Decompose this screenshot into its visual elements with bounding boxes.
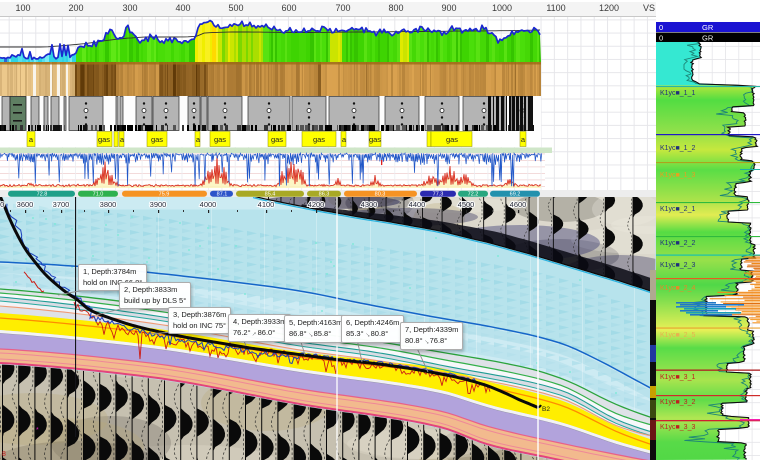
svg-text:4300: 4300 [361, 200, 378, 209]
svg-text:3500: 3500 [0, 200, 4, 209]
svg-text:gas: gas [313, 135, 325, 144]
svg-text:K1yc■_2_1: K1yc■_2_1 [660, 206, 695, 213]
svg-text:K1yc■_3_1: K1yc■_3_1 [660, 374, 695, 381]
svg-text:K1yc■_1_2: K1yc■_1_2 [660, 145, 695, 152]
svg-text:gas: gas [151, 135, 163, 144]
svg-text:4000: 4000 [200, 200, 217, 209]
svg-text:4200: 4200 [308, 200, 325, 209]
svg-text:GR: GR [702, 23, 714, 32]
svg-text:8: 8 [2, 451, 6, 458]
svg-text:K1yc■_3_3: K1yc■_3_3 [660, 424, 695, 431]
svg-text:3700: 3700 [53, 200, 70, 209]
svg-text:0: 0 [659, 23, 663, 32]
svg-text:gas: gas [214, 135, 226, 144]
svg-text:K1yc■_2_5: K1yc■_2_5 [660, 332, 695, 339]
svg-text:K1yc■_2_3: K1yc■_2_3 [660, 262, 695, 269]
svg-text:3600: 3600 [17, 200, 34, 209]
svg-text:4500: 4500 [458, 200, 475, 209]
svg-text:K1yc■_1_3: K1yc■_1_3 [660, 172, 695, 179]
svg-text:B2: B2 [542, 406, 550, 413]
svg-text:4600: 4600 [510, 200, 527, 209]
svg-text:0: 0 [659, 34, 663, 43]
svg-text:K1yc■_2_2: K1yc■_2_2 [660, 240, 695, 247]
svg-text:4400: 4400 [409, 200, 426, 209]
svg-text:3900: 3900 [150, 200, 167, 209]
svg-text:gas: gas [446, 135, 458, 144]
svg-text:gas: gas [98, 135, 110, 144]
svg-text:K1yc■_3_2: K1yc■_3_2 [660, 399, 695, 406]
svg-text:GR: GR [702, 34, 714, 43]
svg-text:gas: gas [271, 135, 283, 144]
svg-text:3800: 3800 [100, 200, 117, 209]
svg-text:K1yc■_2_4: K1yc■_2_4 [660, 285, 695, 292]
svg-text:4100: 4100 [258, 200, 275, 209]
svg-text:*: * [36, 427, 39, 434]
svg-text:K1yc■_1_1: K1yc■_1_1 [660, 90, 695, 97]
svg-text:gas: gas [369, 135, 381, 144]
